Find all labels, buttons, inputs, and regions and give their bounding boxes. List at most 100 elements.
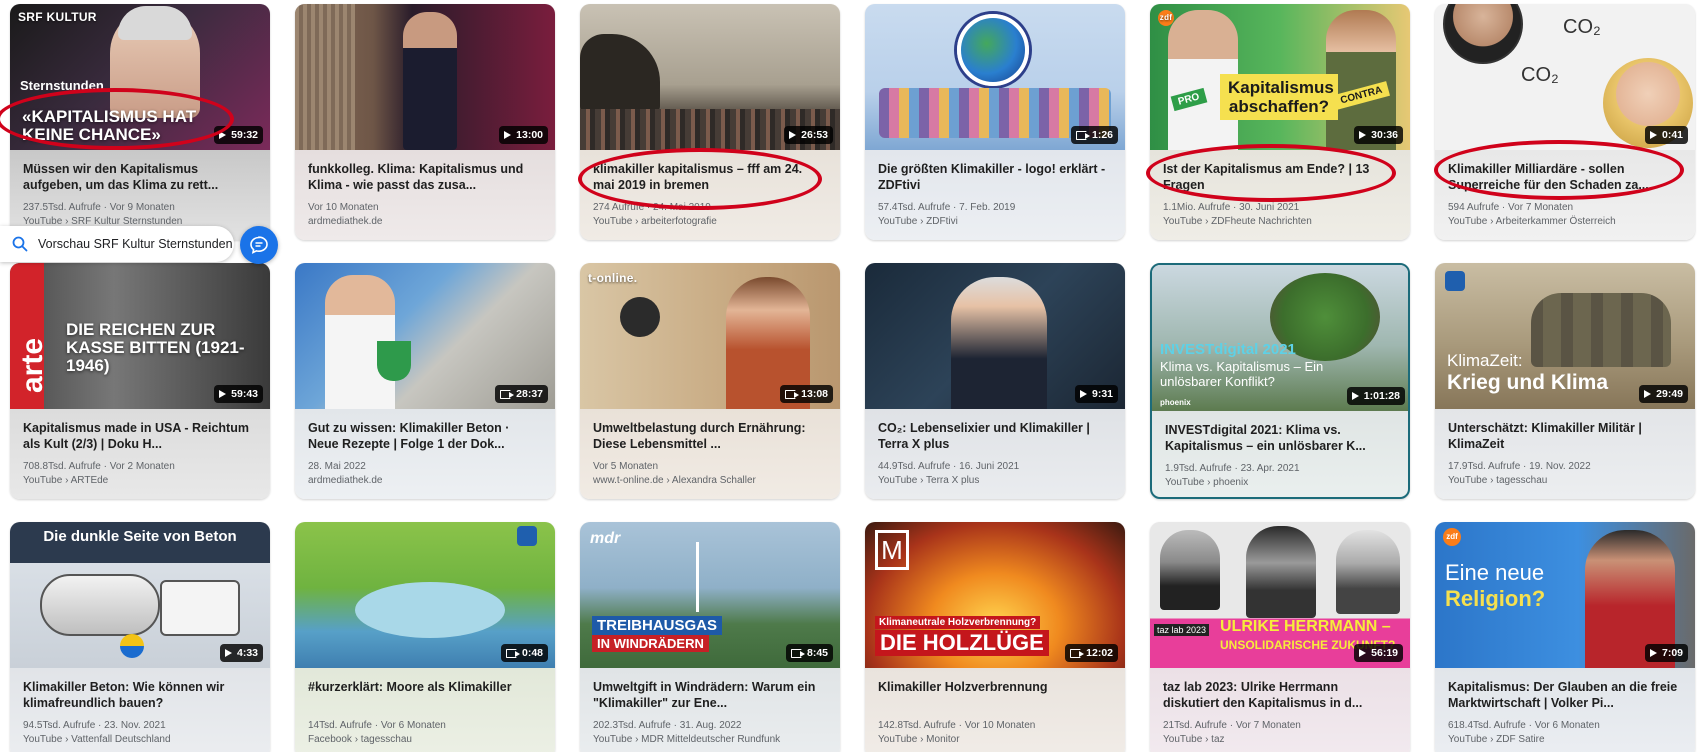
video-title[interactable]: #kurzerklärt: Moore als Klimakiller bbox=[308, 679, 542, 711]
video-meta: 142.8Tsd. Aufrufe · Vor 10 Monaten bbox=[878, 720, 1036, 731]
thumbnail: 13:00 bbox=[295, 4, 555, 150]
video-source: www.t-online.de › Alexandra Schaller bbox=[593, 475, 756, 486]
card-info: Unterschätzt: Klimakiller Militär | Klim… bbox=[1435, 409, 1695, 488]
video-title[interactable]: Umweltgift in Windrädern: Warum ein "Kli… bbox=[593, 679, 827, 711]
tagesschau-logo-icon bbox=[517, 526, 537, 546]
share-icon bbox=[500, 389, 515, 399]
video-source: YouTube › Monitor bbox=[878, 734, 960, 745]
thumbnail: 0:48 bbox=[295, 522, 555, 668]
preview-label: Vorschau SRF Kultur Sternstunden bbox=[38, 237, 233, 251]
result-card[interactable]: M Klimaneutrale Holzverbrennung? DIE HOL… bbox=[865, 522, 1125, 752]
video-title[interactable]: Klimakiller Holzverbrennung bbox=[878, 679, 1112, 711]
result-card[interactable]: mdr TREIBHAUSGAS IN WINDRÄDERN 8:45 Umwe… bbox=[580, 522, 840, 752]
video-source: YouTube › ZDFtivi bbox=[878, 216, 958, 227]
play-icon bbox=[504, 131, 512, 139]
video-title[interactable]: Die größten Klimakiller - logo! erklärt … bbox=[878, 161, 1112, 193]
video-source: YouTube › Vattenfall Deutschland bbox=[23, 734, 171, 745]
video-title[interactable]: Kapitalismus made in USA - Reichtum als … bbox=[23, 420, 257, 452]
result-card[interactable]: 1:26 Die größten Klimakiller - logo! erk… bbox=[865, 4, 1125, 240]
card-info: Müssen wir den Kapitalismus aufgeben, um… bbox=[10, 150, 270, 229]
flask-icon bbox=[377, 341, 411, 381]
video-meta: 594 Aufrufe · Vor 7 Monaten bbox=[1448, 202, 1574, 213]
video-title[interactable]: Klimakiller Beton: Wie können wir klimaf… bbox=[23, 679, 257, 711]
duration-badge: 1:26 bbox=[1070, 126, 1118, 144]
thumb-headline: Eine neue bbox=[1445, 560, 1545, 585]
portrait-woman-2 bbox=[1336, 530, 1400, 614]
co2-label: CO₂ bbox=[1563, 16, 1601, 38]
result-card[interactable]: 0:48 #kurzerklärt: Moore als Klimakiller… bbox=[295, 522, 555, 752]
video-meta: 21Tsd. Aufrufe · Vor 7 Monaten bbox=[1163, 720, 1301, 731]
result-card[interactable]: 9:31 CO₂: Lebenselixier und Klimakiller … bbox=[865, 263, 1125, 499]
duration-badge: 0:48 bbox=[500, 644, 548, 662]
card-info: Klimakiller Beton: Wie können wir klimaf… bbox=[10, 668, 270, 747]
result-card[interactable]: zdf Eine neue Religion? 7:09 Kapitalismu… bbox=[1435, 522, 1695, 752]
duration-badge: 29:49 bbox=[1639, 385, 1688, 403]
video-title[interactable]: Klimakiller Milliardäre - sollen Superre… bbox=[1448, 161, 1682, 193]
video-source: YouTube › tagesschau bbox=[1448, 475, 1548, 486]
play-icon bbox=[1079, 390, 1087, 398]
video-meta: 14Tsd. Aufrufe · Vor 6 Monaten bbox=[308, 720, 446, 731]
duration-badge: 12:02 bbox=[1065, 644, 1118, 662]
thumbnail: mdr TREIBHAUSGAS IN WINDRÄDERN 8:45 bbox=[580, 522, 840, 668]
result-card[interactable]: Die dunkle Seite von Beton 4:33 Klimakil… bbox=[10, 522, 270, 752]
duration-badge: 13:00 bbox=[499, 126, 548, 144]
video-title[interactable]: Kapitalismus: Der Glauben an die freie M… bbox=[1448, 679, 1682, 711]
thumbnail: 28:37 bbox=[295, 263, 555, 409]
result-card[interactable]: zdf Kapitalismus abschaffen? PRO CONTRA … bbox=[1150, 4, 1410, 240]
wall-slats bbox=[295, 4, 355, 150]
mixer-drum bbox=[40, 574, 160, 636]
presenter-figure bbox=[403, 12, 457, 150]
card-info: Klimakiller Milliardäre - sollen Superre… bbox=[1435, 150, 1695, 229]
result-card[interactable]: KlimaZeit: Krieg und Klima 29:49 Untersc… bbox=[1435, 263, 1695, 499]
wind-turbine bbox=[696, 542, 699, 612]
share-icon bbox=[1075, 130, 1090, 140]
video-title[interactable]: funkkolleg. Klima: Kapitalismus und Klim… bbox=[308, 161, 542, 193]
video-title[interactable]: Müssen wir den Kapitalismus aufgeben, um… bbox=[23, 161, 257, 193]
video-title[interactable]: klimakiller kapitalismus – fff am 24. ma… bbox=[593, 161, 827, 193]
result-card[interactable]: t-online. 13:08 Umweltbelastung durch Er… bbox=[580, 263, 840, 499]
channel-logo: mdr bbox=[590, 530, 621, 547]
video-meta: 17.9Tsd. Aufrufe · 19. Nov. 2022 bbox=[1448, 461, 1591, 472]
thumbnail: arte DIE REICHEN ZUR KASSE BITTEN (1921-… bbox=[10, 263, 270, 409]
duration-badge: 59:32 bbox=[214, 126, 263, 144]
globe-icon bbox=[957, 14, 1029, 86]
share-icon bbox=[790, 648, 805, 658]
duration-badge: 28:37 bbox=[495, 385, 548, 403]
duration-badge: 59:43 bbox=[214, 385, 263, 403]
card-info: taz lab 2023: Ulrike Herrmann diskutiert… bbox=[1150, 668, 1410, 747]
thumbnail: zdf Kapitalismus abschaffen? PRO CONTRA … bbox=[1150, 4, 1410, 150]
result-card[interactable]: 26:53 klimakiller kapitalismus – fff am … bbox=[580, 4, 840, 240]
play-icon bbox=[1649, 649, 1657, 657]
thumbnail: zdf Eine neue Religion? 7:09 bbox=[1435, 522, 1695, 668]
result-card[interactable]: SRF KULTUR Sternstunden «KAPITALISMUS HA… bbox=[10, 4, 270, 240]
video-meta: 708.8Tsd. Aufrufe · Vor 2 Monaten bbox=[23, 461, 175, 472]
video-meta: Vor 5 Monaten bbox=[593, 461, 659, 472]
speaker-hair bbox=[118, 6, 192, 40]
video-title[interactable]: taz lab 2023: Ulrike Herrmann diskutiert… bbox=[1163, 679, 1397, 711]
video-source: YouTube › ZDF Satire bbox=[1448, 734, 1545, 745]
result-card[interactable]: INVESTdigital 2021 Klima vs. Kapitalismu… bbox=[1150, 263, 1410, 499]
preview-pill[interactable]: Vorschau SRF Kultur Sternstunden bbox=[0, 226, 234, 262]
video-meta: 618.4Tsd. Aufrufe · Vor 6 Monaten bbox=[1448, 720, 1600, 731]
channel-logo: zdf bbox=[1158, 10, 1174, 26]
result-card[interactable]: taz lab 2023 ULRIKE HERRMANN – UNSOLIDAR… bbox=[1150, 522, 1410, 752]
chat-button[interactable] bbox=[240, 226, 278, 264]
result-card[interactable]: CO₂ CO₂ 0:41 Klimakiller Milliardäre - s… bbox=[1435, 4, 1695, 240]
result-card[interactable]: 28:37 Gut zu wissen: Klimakiller Beton ·… bbox=[295, 263, 555, 499]
video-title[interactable]: INVESTdigital 2021: Klima vs. Kapitalism… bbox=[1165, 422, 1395, 454]
video-meta: 44.9Tsd. Aufrufe · 16. Juni 2021 bbox=[878, 461, 1020, 472]
portrait-woman bbox=[1246, 526, 1316, 618]
thumbnail: t-online. 13:08 bbox=[580, 263, 840, 409]
video-title[interactable]: Ist der Kapitalismus am Ende? | 13 Frage… bbox=[1163, 161, 1397, 193]
thumb-headline: TREIBHAUSGAS bbox=[592, 616, 723, 635]
video-title[interactable]: Umweltbelastung durch Ernährung: Diese L… bbox=[593, 420, 827, 452]
duration-badge: 1:01:28 bbox=[1346, 387, 1405, 405]
result-card[interactable]: arte DIE REICHEN ZUR KASSE BITTEN (1921-… bbox=[10, 263, 270, 499]
result-card[interactable]: 13:00 funkkolleg. Klima: Kapitalismus un… bbox=[295, 4, 555, 240]
thumb-headline: KlimaZeit: bbox=[1447, 351, 1523, 370]
video-title[interactable]: Gut zu wissen: Klimakiller Beton · Neue … bbox=[308, 420, 542, 452]
duration-badge: 8:45 bbox=[785, 644, 833, 662]
card-info: funkkolleg. Klima: Kapitalismus und Klim… bbox=[295, 150, 555, 229]
video-title[interactable]: CO₂: Lebenselixier und Klimakiller | Ter… bbox=[878, 420, 1112, 452]
video-title[interactable]: Unterschätzt: Klimakiller Militär | Klim… bbox=[1448, 420, 1682, 452]
